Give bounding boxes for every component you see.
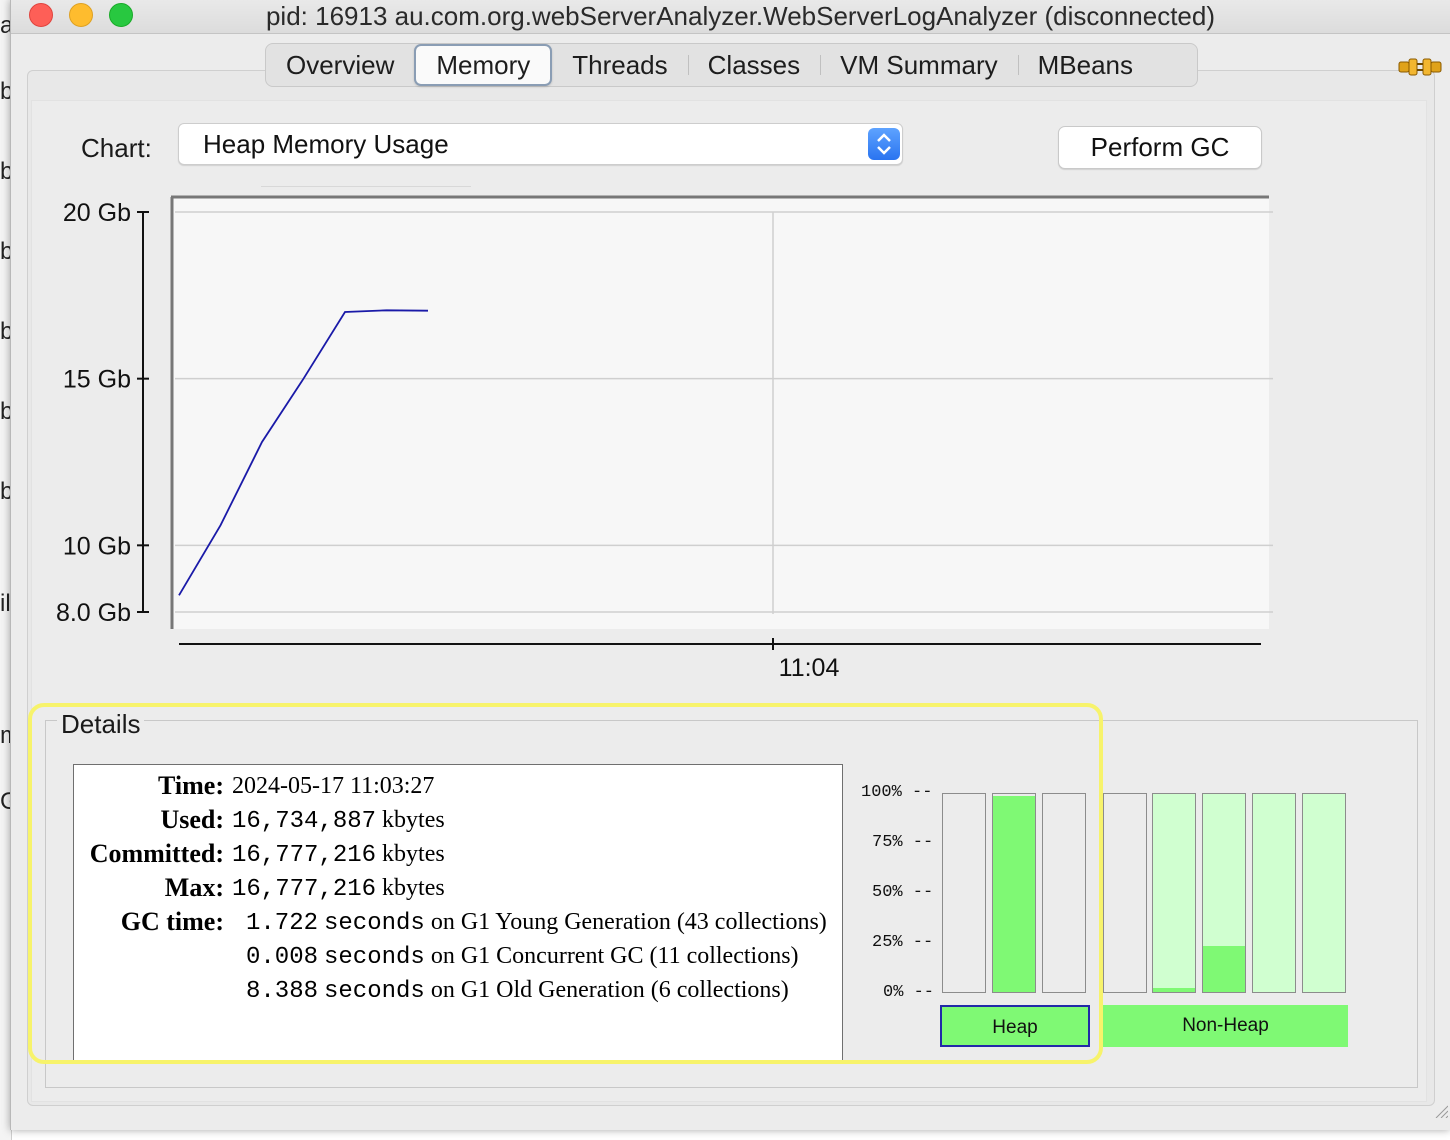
time-label: Time: — [158, 771, 224, 800]
max-unit: kbytes — [382, 875, 445, 901]
committed-value: 16,777,216 — [232, 842, 377, 869]
gc-row-old: 8.388 seconds on G1 Old Generation (6 co… — [246, 977, 789, 1005]
gc-description: on G1 Young Generation (43 collections) — [430, 909, 827, 935]
x-tick-label: 11:04 — [779, 654, 840, 682]
nonheap-pool-bar[interactable] — [1152, 793, 1196, 993]
heap-pool-bar[interactable] — [942, 793, 986, 993]
gc-description: on G1 Concurrent GC (11 collections) — [430, 943, 799, 969]
resize-grip-icon[interactable] — [1432, 1102, 1448, 1118]
nonheap-pool-bar[interactable] — [1302, 793, 1346, 993]
gc-seconds: 1.722 — [246, 910, 319, 937]
committed-unit: kbytes — [382, 841, 445, 867]
gc-seconds-unit: seconds — [324, 944, 425, 971]
pct-label-100: 100% -- — [861, 783, 933, 802]
heap-pool-button[interactable]: Heap — [940, 1005, 1090, 1047]
y-tick-label: 15 Gb — [63, 366, 131, 394]
plot-area — [171, 197, 1269, 629]
used-unit: kbytes — [382, 807, 445, 833]
time-value: 2024-05-17 11:03:27 — [232, 773, 435, 799]
max-label: Max: — [164, 873, 224, 902]
pct-label-0: 0% -- — [883, 983, 935, 1002]
pool-usage-fill — [993, 795, 1035, 992]
pool-usage-fill — [1203, 946, 1245, 992]
nonheap-pool-button[interactable]: Non-Heap — [1103, 1005, 1348, 1047]
committed-label: Committed: — [89, 839, 224, 868]
y-tick-label: 20 Gb — [63, 199, 131, 227]
gc-seconds: 8.388 — [246, 978, 319, 1005]
gc-seconds-unit: seconds — [324, 910, 425, 937]
heap-pool-bar[interactable] — [992, 793, 1036, 993]
pool-usage-fill — [1153, 988, 1195, 992]
jconsole-window: pid: 16913 au.com.org.webServerAnalyzer.… — [10, 0, 1450, 1130]
gc-time-label: GC time: — [120, 907, 224, 936]
details-title: Details — [57, 709, 145, 740]
details-text-panel: Time: 2024-05-17 11:03:27 Used: 16,734,8… — [73, 764, 843, 1061]
gc-description: on G1 Old Generation (6 collections) — [430, 977, 789, 1003]
gc-seconds: 0.008 — [246, 944, 319, 971]
heap-memory-chart: 20 Gb 15 Gb 10 Gb 8.0 Gb 11:04 — [56, 195, 1273, 682]
y-ticks: 20 Gb 15 Gb 10 Gb 8.0 Gb — [56, 199, 149, 627]
pct-label-50: 50% -- — [872, 883, 934, 902]
gc-row-concurrent: 0.008 seconds on G1 Concurrent GC (11 co… — [246, 943, 799, 971]
used-label: Used: — [160, 805, 224, 834]
nonheap-pool-bar[interactable] — [1103, 793, 1147, 993]
used-value: 16,734,887 — [232, 808, 377, 835]
nonheap-pool-bar[interactable] — [1252, 793, 1296, 993]
pct-label-75: 75% -- — [872, 833, 934, 852]
y-tick-label: 10 Gb — [63, 532, 131, 560]
max-value: 16,777,216 — [232, 876, 377, 903]
heap-pool-bar[interactable] — [1042, 793, 1086, 993]
gc-row-young: 1.722 seconds on G1 Young Generation (43… — [246, 909, 827, 937]
pct-label-25: 25% -- — [872, 933, 934, 952]
gc-seconds-unit: seconds — [324, 978, 425, 1005]
nonheap-pool-bar[interactable] — [1202, 793, 1246, 993]
y-tick-label: 8.0 Gb — [56, 599, 131, 627]
